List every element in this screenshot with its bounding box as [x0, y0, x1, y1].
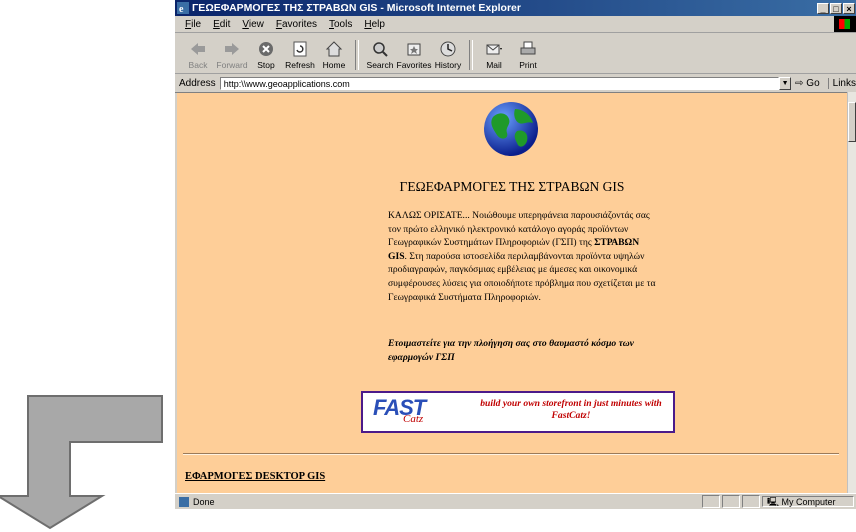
links-button[interactable]: Links [827, 77, 856, 89]
home-label: Home [322, 60, 346, 70]
history-label: History [434, 60, 462, 70]
status-cell [702, 495, 720, 508]
status-cell [722, 495, 740, 508]
stop-button[interactable]: Stop [249, 40, 283, 73]
forward-button[interactable]: Forward [215, 40, 249, 73]
title-bar[interactable]: e ΓΕΩΕΦΑΡΜΟΓΕΣ ΤΗΣ ΣΤΡΑΒΩΝ GIS - Microso… [175, 0, 856, 16]
menu-tools[interactable]: Tools [323, 19, 358, 30]
back-label: Back [188, 60, 208, 70]
intro-text-2: . Στη παρούσα ιστοσελίδα περιλαμβάνονται… [388, 250, 656, 303]
page-content: ΓΕΩΕΦΑΡΜΟΓΕΣ ΤΗΣ ΣΤΡΑΒΩΝ GIS ΚΑΛΩΣ ΟΡΙΣΑ… [177, 92, 847, 494]
down-arrow-graphic [0, 395, 163, 530]
back-button[interactable]: Back [181, 40, 215, 73]
forward-arrow-icon [225, 43, 239, 55]
mail-label: Mail [486, 60, 502, 70]
status-bar: Done 🖳 My Computer [175, 493, 856, 509]
menu-favorites[interactable]: Favorites [270, 19, 323, 30]
fastcatz-logo-script: Catz [403, 413, 424, 425]
address-bar: Address http:\\www.geoapplications.com ▼… [175, 74, 856, 93]
security-zone: 🖳 My Computer [762, 496, 854, 507]
print-button[interactable]: Print [511, 40, 545, 73]
refresh-label: Refresh [285, 60, 315, 70]
banner-tagline: build your own storefront in just minute… [480, 398, 662, 421]
home-icon [325, 41, 343, 57]
zone-label: My Computer [781, 497, 836, 507]
favorites-icon [407, 43, 421, 56]
history-icon [440, 41, 456, 57]
call-to-action-text: Ετοιμαστείτε για την πλοήγηση σας στο θα… [388, 338, 634, 363]
ie-icon: e [177, 2, 189, 14]
page-title: ΓΕΩΕΦΑΡΜΟΓΕΣ ΤΗΣ ΣΤΡΑΒΩΝ GIS [399, 179, 625, 194]
fastcatz-banner-ad[interactable]: FAST Catz build your own storefront in j… [361, 391, 675, 433]
menu-edit[interactable]: Edit [207, 19, 236, 30]
page-done-icon [179, 496, 189, 507]
svg-text:e: e [179, 4, 184, 14]
address-input[interactable]: http:\\www.geoapplications.com [219, 76, 780, 90]
mail-button[interactable]: Mail [477, 40, 511, 73]
refresh-button[interactable]: Refresh [283, 40, 317, 73]
favorites-label: Favorites [396, 60, 432, 70]
status-text: Done [193, 496, 215, 507]
refresh-icon [293, 41, 307, 57]
address-label: Address [179, 77, 216, 89]
globe-image [484, 102, 538, 156]
browser-window: e ΓΕΩΕΦΑΡΜΟΓΕΣ ΤΗΣ ΣΤΡΑΒΩΝ GIS - Microso… [174, 0, 856, 509]
print-label: Print [519, 60, 537, 70]
address-dropdown-button[interactable]: ▼ [779, 76, 792, 90]
vertical-scrollbar[interactable] [847, 92, 856, 493]
windows-logo-icon [834, 16, 856, 32]
favorites-button[interactable]: Favorites [397, 40, 431, 73]
scrollbar-thumb[interactable] [848, 102, 856, 142]
back-arrow-icon [191, 43, 205, 55]
close-button[interactable]: × [843, 2, 855, 14]
toolbar: Back Forward Stop Refresh Home Search Fa… [175, 33, 856, 74]
go-label: Go [806, 77, 820, 89]
history-button[interactable]: History [431, 40, 465, 73]
toolbar-separator [355, 40, 359, 70]
toolbar-separator [469, 40, 473, 70]
computer-icon: 🖳 [767, 497, 780, 507]
search-button[interactable]: Search [363, 40, 397, 73]
menu-help[interactable]: Help [358, 19, 391, 30]
mail-icon [486, 44, 502, 55]
intro-paragraph: ΚΑΛΩΣ ΟΡΙΣΑΤΕ... Νοιώθουμε υπερηφάνεια π… [388, 209, 658, 304]
horizontal-rule [183, 453, 839, 455]
search-icon [373, 42, 388, 57]
home-button[interactable]: Home [317, 40, 351, 73]
menu-file[interactable]: File [179, 19, 207, 30]
printer-icon [520, 41, 536, 55]
menu-view[interactable]: View [236, 19, 270, 30]
window-title: ΓΕΩΕΦΑΡΜΟΓΕΣ ΤΗΣ ΣΤΡΑΒΩΝ GIS - Microsoft… [192, 2, 521, 14]
stop-label: Stop [257, 60, 275, 70]
forward-label: Forward [216, 60, 248, 70]
status-cell [742, 495, 760, 508]
maximize-button[interactable]: □ [830, 2, 842, 14]
go-arrow-icon: ⇨ [795, 77, 804, 89]
stop-icon [259, 42, 273, 56]
search-label: Search [366, 60, 394, 70]
go-button[interactable]: ⇨ Go [795, 78, 820, 89]
minimize-button[interactable]: _ [817, 2, 829, 14]
menu-bar: File Edit View Favorites Tools Help [175, 16, 856, 33]
desktop-gis-link[interactable]: ΕΦΑΡΜΟΓΕΣ DESKTOP GIS [185, 471, 325, 482]
